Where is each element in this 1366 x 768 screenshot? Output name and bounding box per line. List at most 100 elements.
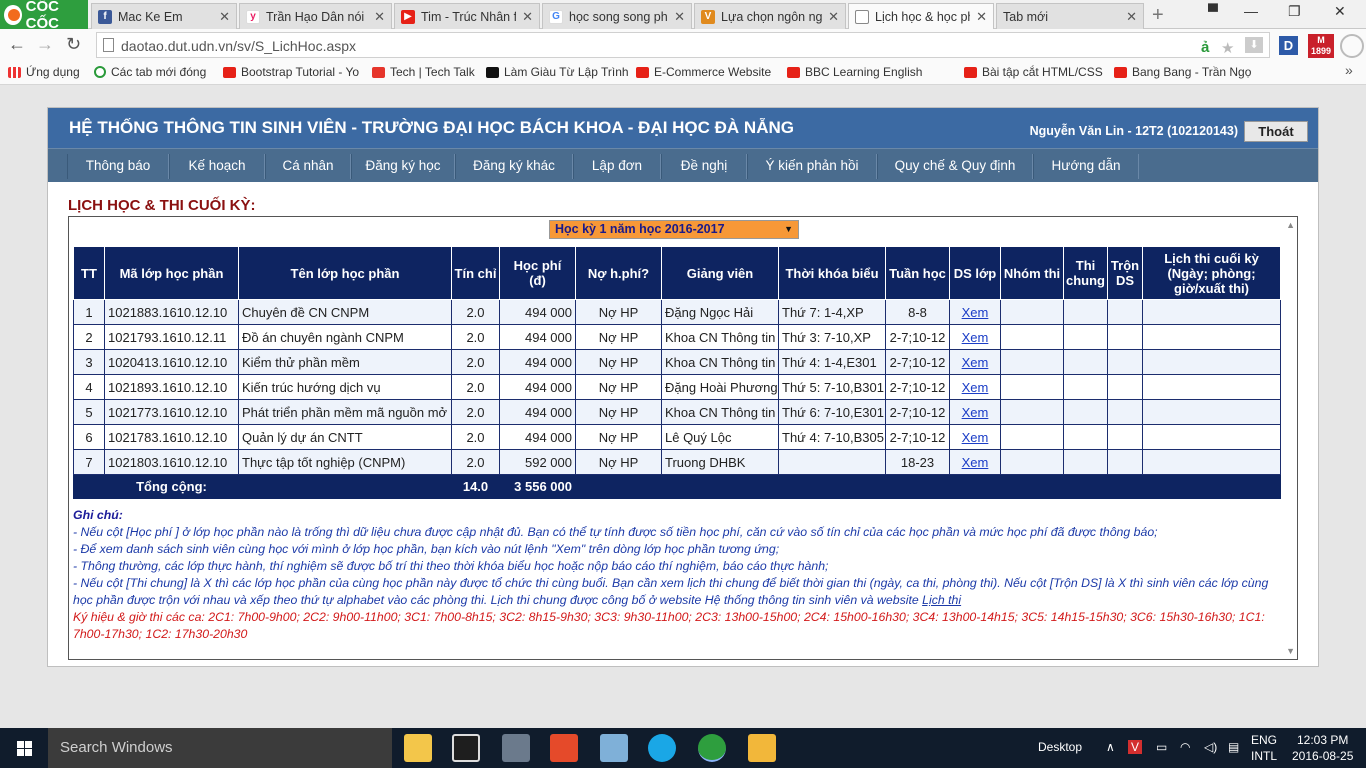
bookmark-bbc[interactable]: BBC Learning English <box>787 65 922 79</box>
cell-common <box>1063 374 1108 400</box>
download-icon[interactable]: ⬇ <box>1245 37 1263 53</box>
mail-ext-line1: M <box>1317 35 1325 45</box>
close-tab-icon[interactable]: ✕ <box>1126 9 1137 25</box>
close-window-icon[interactable]: ✕ <box>1334 3 1346 20</box>
close-tab-icon[interactable]: ✕ <box>374 9 385 25</box>
new-tab-icon[interactable]: + <box>1152 4 1164 27</box>
tab-2[interactable]: y Trần Hạo Dân nói c ✕ <box>239 3 392 29</box>
bookmark-bootstrap[interactable]: Bootstrap Tutorial - Yo <box>223 65 359 79</box>
tray-expand-icon[interactable]: ∧ <box>1106 740 1115 754</box>
page-info-icon[interactable] <box>103 38 114 52</box>
skype-taskbar-icon[interactable] <box>648 734 676 762</box>
close-tab-icon[interactable]: ✕ <box>522 9 533 25</box>
profile-icon[interactable]: ▀ <box>1208 3 1218 19</box>
menu-dang-ky-hoc[interactable]: Đăng ký học <box>351 154 455 179</box>
cell-credits: 2.0 <box>451 374 500 400</box>
browser-tab-strip: CỐC CỐC f Mac Ke Em ✕ y Trần Hạo Dân nói… <box>0 0 1366 32</box>
table-row: 6 1021783.1610.12.10 Quản lý dự án CNTT 2.0… <box>73 424 1281 450</box>
bookmark-ecommerce[interactable]: E-Commerce Website <box>636 65 771 79</box>
scroll-down-icon[interactable]: ▼ <box>1286 646 1295 656</box>
cell-fee: 494 000 <box>499 299 576 325</box>
col-common-line1: Thi <box>1075 258 1096 273</box>
folder-taskbar-icon[interactable] <box>748 734 776 762</box>
mail-ext-line2: 1899 <box>1310 46 1332 56</box>
view-class-list-link[interactable]: Xem <box>962 430 989 445</box>
semester-select[interactable]: Học kỳ 1 năm học 2016-2017 ▼ <box>549 220 799 239</box>
view-class-list-link[interactable]: Xem <box>962 405 989 420</box>
start-button[interactable] <box>0 728 48 768</box>
forward-icon[interactable]: → <box>36 34 54 55</box>
close-tab-icon[interactable]: ✕ <box>976 9 987 25</box>
bookmark-html-css[interactable]: Bài tập cắt HTML/CSS <box>964 65 1103 79</box>
menu-lap-don[interactable]: Lập đơn <box>573 154 661 179</box>
search-windows-input[interactable]: Search Windows <box>48 728 392 768</box>
dictionary-extension-icon[interactable]: D <box>1279 36 1298 55</box>
view-class-list-link[interactable]: Xem <box>962 380 989 395</box>
bookmark-apps[interactable]: Ứng dụng <box>8 65 80 79</box>
tab-label: Lựa chọn ngôn ngữ <box>721 9 823 24</box>
scroll-up-icon[interactable]: ▲ <box>1286 220 1295 230</box>
back-icon[interactable]: ← <box>8 34 26 55</box>
paint-taskbar-icon[interactable] <box>550 734 578 762</box>
system-clock[interactable]: 12:03 PM 2016-08-25 <box>1292 732 1353 764</box>
input-language[interactable]: ENG INTL <box>1251 732 1277 764</box>
tab-1[interactable]: f Mac Ke Em ✕ <box>91 3 237 29</box>
menu-huong-dan[interactable]: Hướng dẫn <box>1033 154 1139 179</box>
menu-ca-nhan[interactable]: Cá nhân <box>265 154 351 179</box>
view-class-list-link[interactable]: Xem <box>962 455 989 470</box>
maximize-icon[interactable]: ❐ <box>1288 3 1301 20</box>
menu-de-nghi[interactable]: Đề nghị <box>661 154 747 179</box>
view-class-list-link[interactable]: Xem <box>962 330 989 345</box>
translate-icon[interactable]: ả <box>1201 39 1209 56</box>
bookmark-tech[interactable]: Tech | Tech Talk <box>372 65 475 79</box>
desktop-toolbar[interactable]: Desktop <box>1038 740 1082 754</box>
menu-dang-ky-khac[interactable]: Đăng ký khác <box>455 154 573 179</box>
bookmark-lam-giau[interactable]: Làm Giàu Từ Lập Trình <box>486 65 629 79</box>
tab-3[interactable]: ▶ Tim - Trúc Nhân ft ✕ <box>394 3 540 29</box>
volume-icon[interactable]: ◁) <box>1204 740 1217 754</box>
browser-brand[interactable]: CỐC CỐC <box>0 0 88 32</box>
view-class-list-link[interactable]: Xem <box>962 305 989 320</box>
more-bookmarks-icon[interactable]: » <box>1345 62 1353 78</box>
battery-icon[interactable]: ▭ <box>1156 740 1167 754</box>
tab-5[interactable]: V Lựa chọn ngôn ngữ ✕ <box>694 3 846 29</box>
cell-link: Xem <box>949 349 1001 375</box>
close-tab-icon[interactable]: ✕ <box>674 9 685 25</box>
tab-4[interactable]: G học song song phả ✕ <box>542 3 692 29</box>
cell-tt: 1 <box>73 299 105 325</box>
logout-button[interactable]: Thoát <box>1244 121 1308 142</box>
menu-y-kien-phan-hoi[interactable]: Ý kiến phản hồi <box>747 154 877 179</box>
menu-ke-hoach[interactable]: Kế hoạch <box>169 154 265 179</box>
notes-taskbar-icon[interactable] <box>600 734 628 762</box>
exam-schedule-link[interactable]: Lịch thi <box>922 593 961 607</box>
minimize-icon[interactable]: — <box>1244 3 1258 19</box>
bookmark-star-icon[interactable]: ★ <box>1221 39 1234 57</box>
vietkey-icon[interactable]: V <box>1128 740 1143 754</box>
cell-weeks: 2-7;10-12 <box>885 349 950 375</box>
notification-icon[interactable]: ▤ <box>1228 740 1239 754</box>
store-taskbar-icon[interactable] <box>452 734 480 762</box>
bookmark-closed-tabs[interactable]: Các tab mới đóng <box>94 65 206 79</box>
cell-common <box>1063 349 1108 375</box>
mail-extension-icon[interactable]: M 1899 <box>1308 34 1334 58</box>
coccoc-taskbar-icon[interactable] <box>698 734 726 762</box>
file-explorer-taskbar-icon[interactable] <box>404 734 432 762</box>
tab-7[interactable]: Tab mới ✕ <box>996 3 1144 29</box>
close-tab-icon[interactable]: ✕ <box>219 9 230 25</box>
tab-6-active[interactable]: Lịch học & học phí ✕ <box>848 3 994 29</box>
bookmark-label: E-Commerce Website <box>654 65 772 79</box>
snipping-tool-taskbar-icon[interactable] <box>502 734 530 762</box>
close-tab-icon[interactable]: ✕ <box>828 9 839 25</box>
wifi-icon[interactable]: ◠ <box>1180 740 1190 754</box>
bookmark-bang-bang[interactable]: Bang Bang - Trần Ngọ <box>1114 65 1251 79</box>
view-class-list-link[interactable]: Xem <box>962 355 989 370</box>
tab-label: Lịch học & học phí <box>875 9 971 24</box>
menu-quy-che[interactable]: Quy chế & Quy định <box>877 154 1033 179</box>
semester-value: Học kỳ 1 năm học 2016-2017 <box>555 222 725 236</box>
menu-thong-bao[interactable]: Thông báo <box>67 154 169 179</box>
reload-icon[interactable]: ↻ <box>66 34 81 55</box>
cell-final <box>1142 424 1281 450</box>
cell-lecturer: Khoa CN Thông tin <box>661 399 779 425</box>
address-bar[interactable]: daotao.dut.udn.vn/sv/S_LichHoc.aspx ả ★ … <box>96 32 1270 58</box>
menu-icon[interactable] <box>1340 34 1364 58</box>
